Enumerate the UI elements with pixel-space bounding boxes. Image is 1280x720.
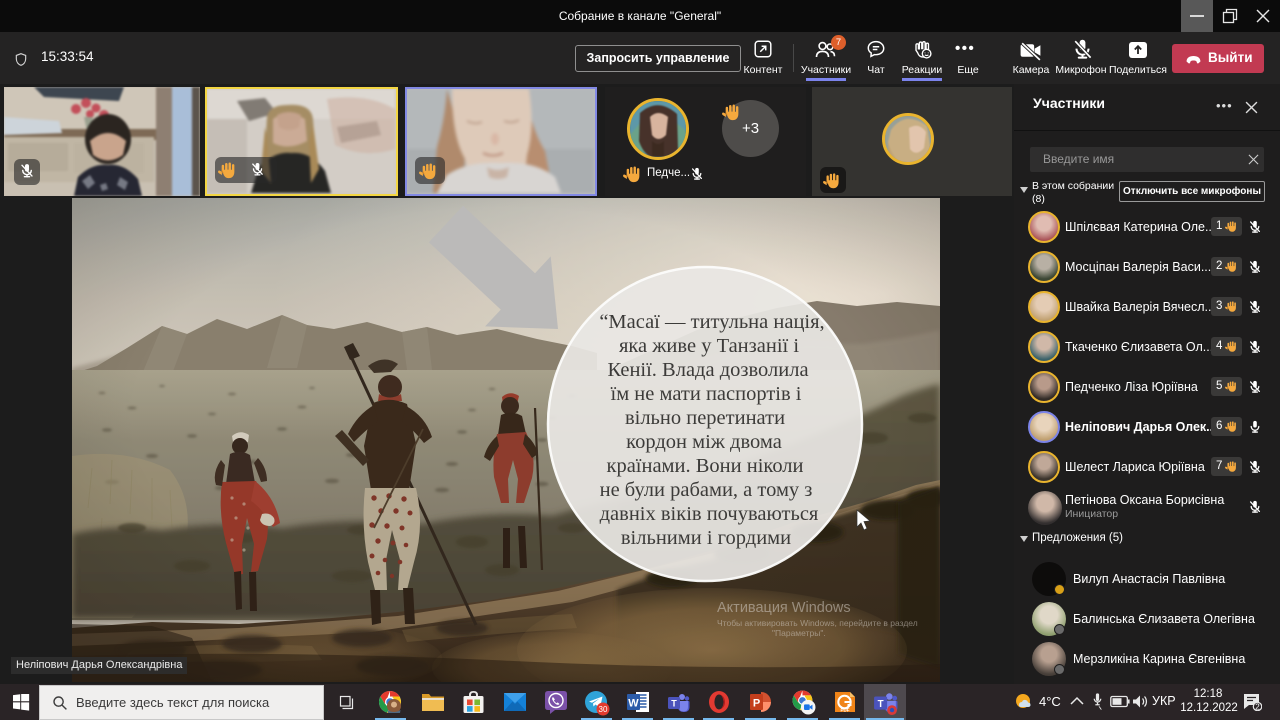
svg-text:їм не мати паспортів і: їм не мати паспортів і [611, 383, 802, 405]
svg-text:T: T [671, 699, 677, 709]
svg-text:Чтобы активировать Windows, пе: Чтобы активировать Windows, перейдите в … [717, 618, 918, 628]
svg-text:Активация Windows: Активация Windows [717, 600, 851, 616]
svg-text:країнами. Вони ніколи: країнами. Вони ніколи [606, 455, 803, 477]
svg-text:"Параметры".: "Параметры". [772, 628, 826, 638]
svg-text:30: 30 [599, 705, 608, 714]
svg-text:вільними і гордими: вільними і гордими [621, 527, 791, 549]
svg-text:PDF: PDF [841, 708, 850, 713]
svg-text:давніх віків почуваються: давніх віків почуваються [600, 503, 819, 525]
svg-text:“Масаї — титульна нація,: “Масаї — титульна нація, [599, 311, 824, 333]
svg-text:P: P [753, 698, 760, 710]
svg-text:кордон між двома: кордон між двома [626, 431, 782, 453]
svg-text:Кенії. Влада дозволила: Кенії. Влада дозволила [607, 359, 808, 381]
svg-text:яка живе у Танзанії і: яка живе у Танзанії і [619, 335, 799, 357]
svg-text:T: T [878, 699, 884, 710]
svg-text:вільно перетинати: вільно перетинати [625, 407, 785, 429]
svg-text:2: 2 [1255, 703, 1260, 712]
svg-text:W: W [628, 698, 639, 710]
svg-text:не були рабами, а тому з: не були рабами, а тому з [600, 479, 813, 501]
